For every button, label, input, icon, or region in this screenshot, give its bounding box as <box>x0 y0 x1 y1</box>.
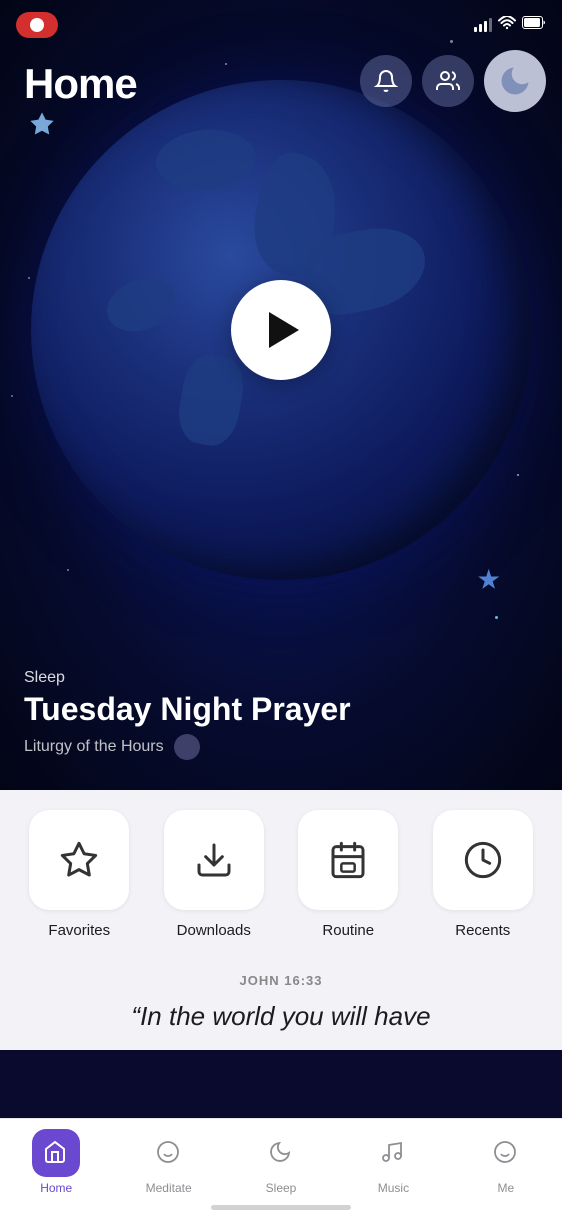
music-nav-label: Music <box>378 1181 409 1195</box>
recents-item[interactable]: Recents <box>420 810 547 939</box>
music-icon <box>380 1140 406 1166</box>
star-icon <box>28 110 56 145</box>
music-icon-box <box>369 1129 417 1177</box>
play-button[interactable] <box>231 280 331 380</box>
moon-button[interactable] <box>484 50 546 112</box>
home-icon <box>43 1140 69 1166</box>
nav-meditate[interactable]: Meditate <box>112 1129 224 1195</box>
group-button[interactable] <box>422 55 474 107</box>
me-icon-box <box>482 1129 530 1177</box>
signal-icon <box>474 18 492 32</box>
play-icon <box>269 312 299 348</box>
downloads-label: Downloads <box>177 922 251 939</box>
globe <box>31 80 531 580</box>
record-dot-icon <box>30 18 44 32</box>
sleep-moon-icon <box>268 1140 294 1166</box>
nav-music[interactable]: Music <box>337 1129 449 1195</box>
recents-label: Recents <box>455 922 510 939</box>
record-button[interactable] <box>16 12 58 38</box>
home-indicator <box>211 1205 351 1210</box>
favorites-item[interactable]: Favorites <box>16 810 143 939</box>
hero-section: Home <box>0 0 562 790</box>
sleep-icon-box <box>257 1129 305 1177</box>
page-title: Home <box>24 60 137 108</box>
nav-home[interactable]: Home <box>0 1129 112 1195</box>
downloads-icon-box <box>164 810 264 910</box>
star-icon <box>59 840 99 880</box>
meditate-nav-label: Meditate <box>146 1181 192 1195</box>
favorites-label: Favorites <box>48 922 110 939</box>
calendar-icon <box>328 840 368 880</box>
scripture-reference: JOHN 16:33 <box>24 973 538 988</box>
wifi-icon <box>498 16 516 35</box>
header-icons <box>360 50 546 112</box>
meditate-icon-box <box>145 1129 193 1177</box>
clock-icon <box>463 840 503 880</box>
me-nav-label: Me <box>497 1181 514 1195</box>
quick-access-section: Favorites Downloads Routine <box>0 790 562 949</box>
content-info: Sleep Tuesday Night Prayer Liturgy of th… <box>24 669 351 760</box>
nav-sleep[interactable]: Sleep <box>225 1129 337 1195</box>
favorites-icon-box <box>29 810 129 910</box>
home-icon-box <box>32 1129 80 1177</box>
recents-icon-box <box>433 810 533 910</box>
scripture-section: JOHN 16:33 “In the world you will have <box>0 949 562 1050</box>
content-subtitle: Liturgy of the Hours <box>24 734 351 760</box>
meditate-icon <box>156 1140 182 1166</box>
bottom-navigation: Home Meditate Sleep <box>0 1118 562 1218</box>
sleep-nav-label: Sleep <box>266 1181 297 1195</box>
status-indicators <box>474 16 546 35</box>
battery-icon <box>522 16 546 34</box>
content-dot <box>174 734 200 760</box>
home-nav-label: Home <box>40 1181 72 1195</box>
routine-label: Routine <box>322 922 374 939</box>
download-icon <box>194 840 234 880</box>
downloads-item[interactable]: Downloads <box>151 810 278 939</box>
nav-me[interactable]: Me <box>450 1129 562 1195</box>
me-icon <box>493 1140 519 1166</box>
notification-button[interactable] <box>360 55 412 107</box>
content-label: Sleep <box>24 669 351 687</box>
status-bar <box>0 0 562 50</box>
scripture-text: “In the world you will have <box>24 998 538 1034</box>
content-title: Tuesday Night Prayer <box>24 691 351 728</box>
routine-icon-box <box>298 810 398 910</box>
routine-item[interactable]: Routine <box>285 810 412 939</box>
